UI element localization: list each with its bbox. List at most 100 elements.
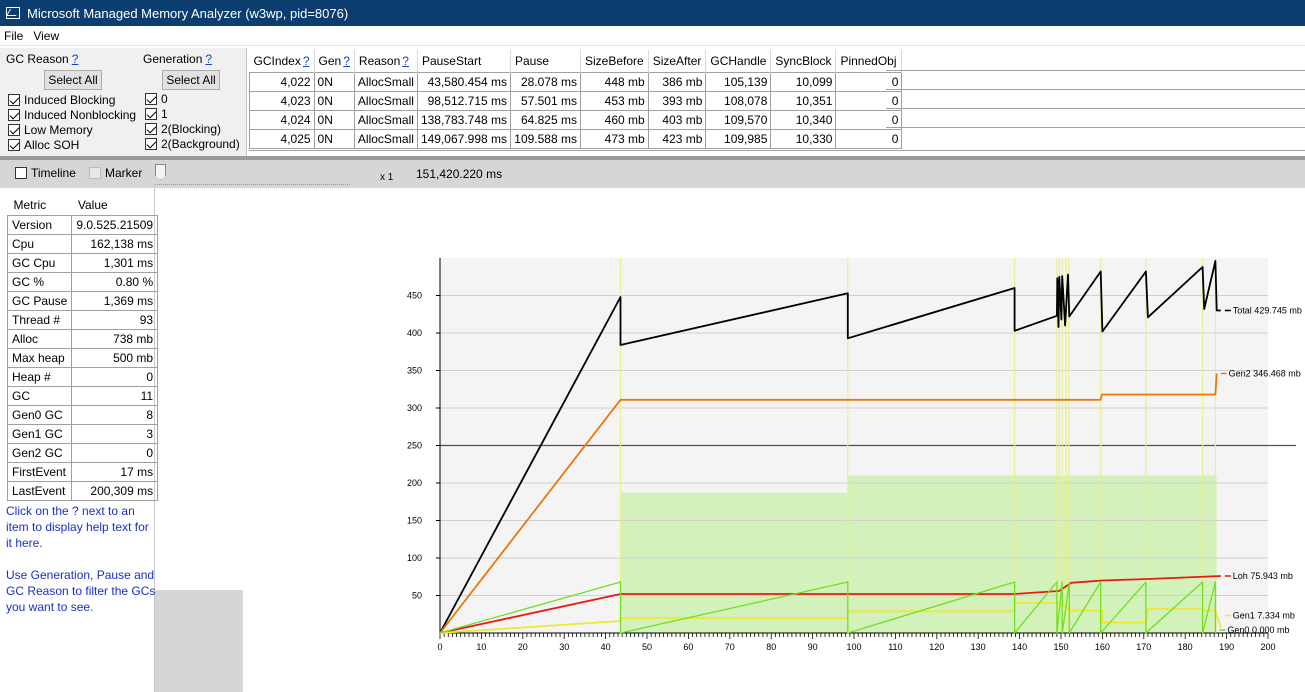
- gc-cell: 43,580.454 ms: [416, 71, 512, 92]
- checkbox-timeline[interactable]: [15, 166, 27, 179]
- col-help-link[interactable]: ?: [343, 54, 350, 68]
- zoom-slider-track[interactable]: [155, 181, 350, 185]
- x-tick-label: 30: [559, 642, 569, 652]
- series-end-label-loh: Loh 75.943 mb: [1233, 571, 1293, 581]
- gc-cell: AllocSmall: [353, 90, 418, 111]
- col-syncblock[interactable]: SyncBlock: [770, 50, 837, 72]
- generation-help-link[interactable]: ?: [205, 52, 212, 66]
- gc-cell: AllocSmall: [353, 109, 418, 130]
- checkbox-marker[interactable]: [89, 166, 101, 179]
- metric-value: 11: [71, 385, 159, 406]
- reason-induced-nonblocking[interactable]: Induced Nonblocking: [8, 107, 136, 122]
- col-sizeafter[interactable]: SizeAfter: [648, 50, 707, 72]
- metric-row[interactable]: Gen0 GC 8: [6, 404, 159, 425]
- col-gchandle[interactable]: GCHandle: [705, 50, 772, 72]
- metric-name: Gen2 GC: [6, 442, 73, 463]
- gc-cell: 473 mb: [580, 128, 649, 149]
- x-tick-label: 90: [808, 642, 818, 652]
- col-metric[interactable]: Metric: [8, 195, 72, 215]
- col-reason[interactable]: Reason?: [354, 50, 418, 72]
- time-value: 151,420.220 ms: [416, 167, 503, 181]
- gc-cell: 10,099: [770, 71, 837, 92]
- x-tick-label: 70: [725, 642, 735, 652]
- gc-cell: 98,512.715 ms: [416, 90, 512, 111]
- gc-cell: 109,570: [705, 109, 772, 130]
- col-gcindex[interactable]: GCIndex?: [249, 50, 315, 72]
- metric-row[interactable]: GC Cpu 1,301 ms: [6, 252, 159, 273]
- generation-0[interactable]: 0: [145, 91, 168, 106]
- metric-row[interactable]: GC 11: [6, 385, 159, 406]
- gc-table-row[interactable]: 4,025 0N AllocSmall 149,067.998 ms 109.588 m…: [249, 128, 903, 149]
- gc-cell: 403 mb: [647, 109, 707, 130]
- empty-panel-area: [155, 590, 243, 692]
- generation-2-blocking[interactable]: 2(Blocking): [145, 121, 221, 136]
- metric-row[interactable]: Version 9.0.525.21509: [6, 214, 159, 235]
- y-tick-label: 50: [412, 591, 422, 601]
- metric-row[interactable]: Alloc 738 mb: [6, 328, 159, 349]
- col-value[interactable]: Value: [72, 195, 158, 215]
- gc-table-row[interactable]: 4,022 0N AllocSmall 43,580.454 ms 28.078 ms 4…: [249, 71, 903, 92]
- metric-row[interactable]: GC % 0.80 %: [6, 271, 159, 292]
- metric-row[interactable]: Max heap 500 mb: [6, 347, 159, 368]
- checkbox-gen-2-background[interactable]: [145, 137, 157, 150]
- y-tick-label: 300: [407, 403, 422, 413]
- y-tick-label: 250: [407, 441, 422, 451]
- x-tick-label: 170: [1136, 642, 1151, 652]
- marker-toggle[interactable]: Marker: [89, 165, 142, 180]
- gc-cell: 423 mb: [647, 128, 707, 149]
- metric-name: Version: [6, 214, 73, 235]
- reason-alloc-soh[interactable]: Alloc SOH: [8, 137, 79, 152]
- marker-label: Marker: [105, 165, 143, 180]
- checkbox-induced-nonblocking[interactable]: [8, 108, 20, 121]
- metric-name: Max heap: [6, 347, 73, 368]
- metric-value: 1,301 ms: [71, 252, 159, 273]
- col-pausestart[interactable]: PauseStart: [417, 50, 512, 72]
- generation-item-label: 0: [161, 91, 168, 106]
- col-help-link[interactable]: ?: [402, 54, 409, 68]
- y-tick-label: 350: [407, 366, 422, 376]
- checkbox-alloc-soh[interactable]: [8, 138, 20, 151]
- gc-table-row[interactable]: 4,023 0N AllocSmall 98,512.715 ms 57.501 ms 4…: [249, 90, 903, 111]
- metric-row[interactable]: LastEvent 200,309 ms: [6, 480, 159, 501]
- menu-file[interactable]: File: [0, 29, 29, 43]
- x-tick-label: 180: [1178, 642, 1193, 652]
- gc-reason-select-all-button[interactable]: Select All: [44, 70, 102, 90]
- checkbox-induced-blocking[interactable]: [8, 93, 20, 106]
- col-gen[interactable]: Gen?: [314, 50, 355, 72]
- metric-name: Gen0 GC: [6, 404, 73, 425]
- gc-table-row[interactable]: 4,024 0N AllocSmall 138,783.748 ms 64.825 ms…: [249, 109, 903, 130]
- col-pause[interactable]: Pause: [510, 50, 581, 72]
- checkbox-gen-1[interactable]: [145, 107, 157, 120]
- menu-bar: File View: [0, 26, 1305, 46]
- generation-1[interactable]: 1: [145, 106, 168, 121]
- generation-item-label: 2(Blocking): [161, 121, 222, 136]
- metric-row[interactable]: Cpu 162,138 ms: [6, 233, 159, 254]
- generation-2-background[interactable]: 2(Background): [145, 136, 240, 151]
- metric-row[interactable]: Gen1 GC 3: [6, 423, 159, 444]
- menu-view[interactable]: View: [29, 29, 65, 43]
- metric-name: Cpu: [6, 233, 73, 254]
- reason-label: Induced Nonblocking: [24, 107, 137, 122]
- checkbox-gen-0[interactable]: [145, 92, 157, 105]
- metric-row[interactable]: FirstEvent 17 ms: [6, 461, 159, 482]
- metric-value: 0: [71, 442, 159, 463]
- series-end-label-gen0: Gen0 0.000 mb: [1227, 625, 1289, 635]
- generation-select-all-button[interactable]: Select All: [162, 70, 220, 90]
- metric-row[interactable]: Thread #93: [6, 309, 159, 330]
- metric-name: Gen1 GC: [6, 423, 73, 444]
- metric-name: GC Pause: [6, 290, 73, 311]
- col-pinnedobj[interactable]: PinnedObj: [835, 50, 903, 72]
- metric-row[interactable]: Heap #0: [6, 366, 159, 387]
- timeline-toggle[interactable]: Timeline: [15, 165, 76, 180]
- metric-row[interactable]: Gen2 GC 0: [6, 442, 159, 463]
- metric-row[interactable]: GC Pause 1,369 ms: [6, 290, 159, 311]
- title-bar: Microsoft Managed Memory Analyzer (w3wp,…: [0, 0, 1305, 26]
- checkbox-gen-2-blocking[interactable]: [145, 122, 157, 135]
- col-sizebefore[interactable]: SizeBefore: [580, 50, 649, 72]
- reason-low-memory[interactable]: Low Memory: [8, 122, 93, 137]
- checkbox-low-memory[interactable]: [8, 123, 20, 136]
- reason-induced-blocking[interactable]: Induced Blocking: [8, 92, 115, 107]
- gc-reason-help-link[interactable]: ?: [72, 52, 79, 66]
- gc-cell: 386 mb: [647, 71, 707, 92]
- col-help-link[interactable]: ?: [303, 54, 310, 68]
